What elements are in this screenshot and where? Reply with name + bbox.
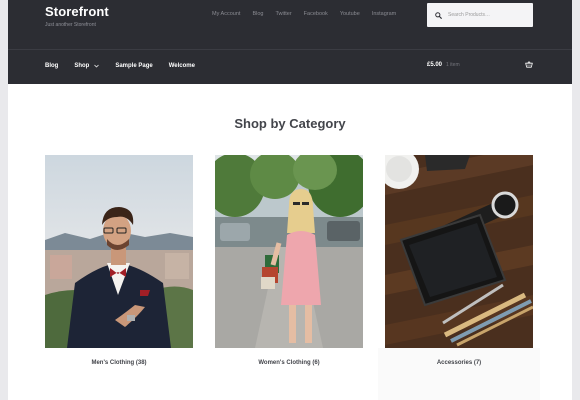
- nav-item-label: Welcome: [168, 63, 195, 69]
- site-title[interactable]: Storefront: [45, 4, 109, 19]
- category-label[interactable]: Accessories (7): [385, 360, 533, 366]
- nav-item-blog[interactable]: Blog: [45, 63, 58, 69]
- secondary-nav-my-account[interactable]: My Account: [212, 11, 240, 17]
- nav-item-welcome[interactable]: Welcome: [169, 63, 195, 69]
- nav-item-sample-page[interactable]: Sample Page: [115, 63, 152, 69]
- secondary-nav-instagram[interactable]: Instagram: [372, 11, 396, 17]
- site-header: Storefront Just another Storefront My Ac…: [8, 0, 572, 84]
- nav-item-label: Blog: [45, 63, 59, 69]
- header-cart[interactable]: £5.00 1 item: [427, 62, 460, 68]
- accessories-image[interactable]: [385, 155, 533, 348]
- nav-item-shop[interactable]: Shop: [74, 63, 100, 69]
- cart-amount: £5.00: [427, 62, 443, 68]
- secondary-navigation: My Account Blog Twitter Facebook Youtube…: [212, 11, 408, 17]
- category-card-mens-clothing[interactable]: Men's Clothing (38): [45, 155, 193, 366]
- category-card-accessories[interactable]: Accessories (7): [385, 155, 533, 366]
- cart-item-count: 1 item: [446, 62, 460, 68]
- header-divider: [8, 49, 572, 50]
- secondary-nav-youtube[interactable]: Youtube: [340, 11, 360, 17]
- primary-navigation: Blog Shop Sample Page Welcome: [45, 63, 211, 69]
- category-label[interactable]: Men's Clothing (38): [45, 360, 193, 366]
- site-tagline: Just another Storefront: [45, 22, 96, 28]
- category-card-womens-clothing[interactable]: Women's Clothing (6): [215, 155, 363, 366]
- category-label[interactable]: Women's Clothing (6): [215, 360, 363, 366]
- product-search[interactable]: [427, 3, 533, 27]
- site-branding[interactable]: Storefront Just another Storefront: [45, 4, 109, 28]
- page-frame: Storefront Just another Storefront My Ac…: [0, 0, 580, 400]
- nav-item-label: Shop: [74, 63, 90, 69]
- nav-item-label: Sample Page: [115, 63, 153, 69]
- secondary-nav-facebook[interactable]: Facebook: [304, 11, 328, 17]
- womens-clothing-image[interactable]: [215, 155, 363, 348]
- secondary-nav-twitter[interactable]: Twitter: [275, 11, 291, 17]
- secondary-nav-blog[interactable]: Blog: [252, 11, 263, 17]
- chevron-down-icon: [94, 64, 100, 68]
- basket-icon[interactable]: [525, 61, 533, 68]
- search-icon: [435, 11, 442, 19]
- mens-clothing-image[interactable]: [45, 155, 193, 348]
- section-title: Shop by Category: [234, 116, 346, 131]
- search-input[interactable]: [448, 12, 528, 18]
